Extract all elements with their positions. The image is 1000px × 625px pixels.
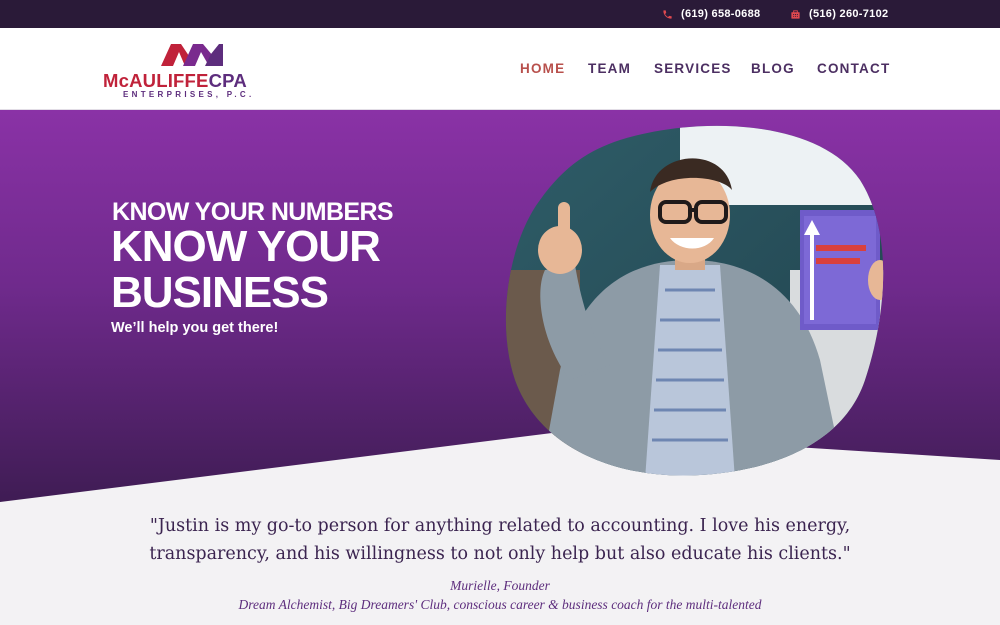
top-contact-bar: (619) 658-0688 (516) 260-7102 [0,0,1000,28]
phone-icon [663,9,672,19]
phone-number-2[interactable]: (516) 260-7102 [809,8,888,20]
hero-tagline: We’ll help you get there! [111,320,279,336]
testimonial-author: Murielle, Founder [450,578,550,593]
hero-heading-line-2: BUSINESS [111,268,329,317]
fax-contact[interactable]: (516) 260-7102 [790,0,888,28]
hero-heading-line-1: KNOW YOUR [111,222,381,271]
logo-roof-mark [161,44,223,66]
nav-services[interactable]: SERVICES [654,61,732,76]
logo-subtitle: ENTERPRISES, P.C. [123,90,255,99]
fax-icon [791,9,800,19]
nav-blog[interactable]: BLOG [751,61,795,76]
logo-name-red: McAULIFFE [103,70,209,91]
nav-team[interactable]: TEAM [588,61,631,76]
phone-contact[interactable]: (619) 658-0688 [662,0,760,28]
site-header: McAULIFFECPA ENTERPRISES, P.C. HOME TEAM… [0,28,1000,110]
phone-number-1[interactable]: (619) 658-0688 [681,8,760,20]
logo-wordmark: McAULIFFECPA [103,70,247,92]
nav-home[interactable]: HOME [520,61,565,76]
testimonial-quote: "Justin is my go-to person for anything … [149,516,851,564]
nav-contact[interactable]: CONTACT [817,61,890,76]
hero-portrait-photo [505,125,884,476]
site-logo[interactable]: McAULIFFECPA ENTERPRISES, P.C. [103,40,283,102]
logo-name-purple: CPA [208,70,247,91]
testimonial-author-detail: Dream Alchemist, Big Dreamers' Club, con… [238,597,762,612]
hero-heading-big: KNOW YOUR BUSINESS [111,222,381,317]
